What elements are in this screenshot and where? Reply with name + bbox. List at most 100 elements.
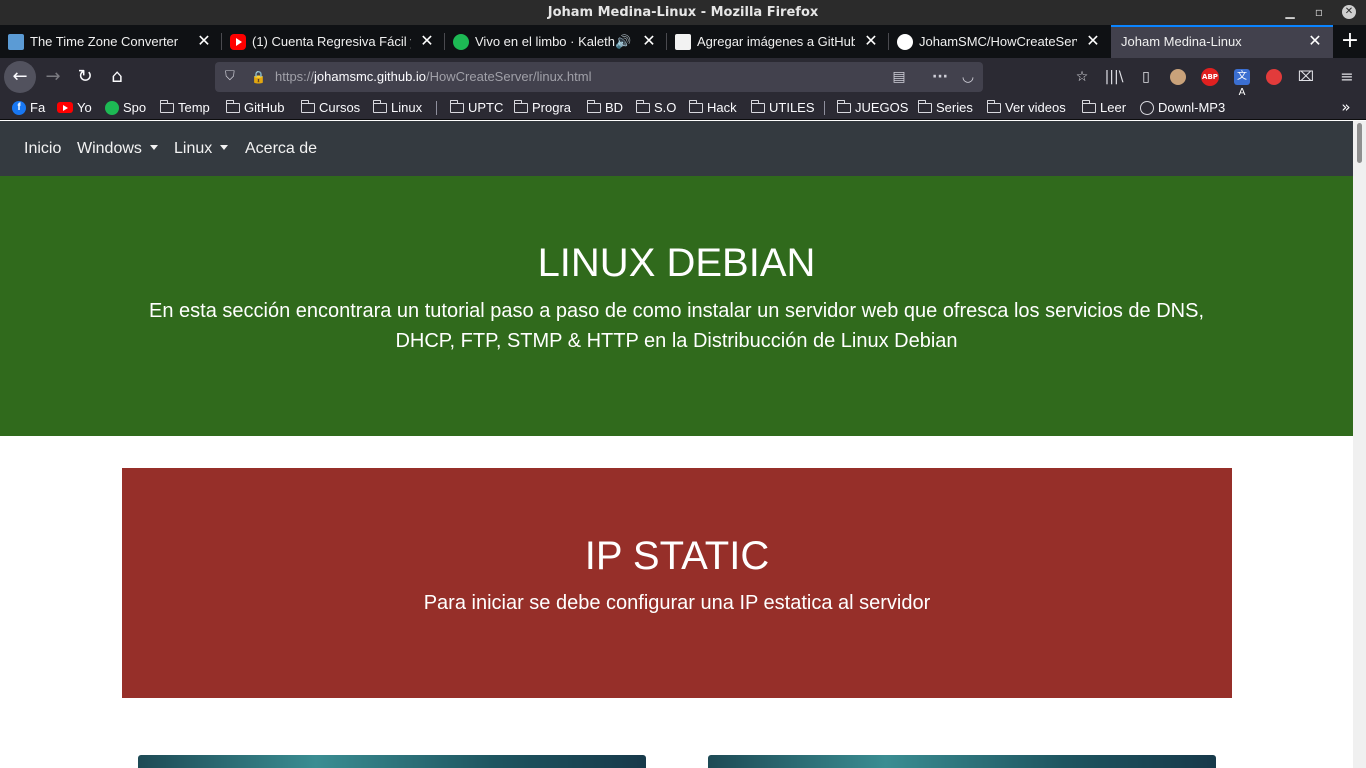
bookmark-bd[interactable]: BD (586, 96, 624, 119)
tab-youtube[interactable]: (1) Cuenta Regresiva Fácil y ✕ (222, 25, 445, 58)
bookmark-temp[interactable]: Temp (159, 96, 210, 119)
clock-icon (8, 34, 24, 50)
bookmark-label: Fa (30, 100, 46, 115)
globe-icon (1140, 100, 1154, 115)
bookmark-label: S.O (654, 100, 677, 115)
url-bar[interactable]: ⛉ 🔒 https://johamsmc.github.io/HowCreate… (215, 62, 983, 92)
folder-icon (300, 99, 315, 113)
adblock-plus-icon[interactable]: ABP (1201, 68, 1219, 86)
tab-time-zone-converter[interactable]: The Time Zone Converter ✕ (0, 25, 222, 58)
image-icon (675, 34, 691, 50)
tab-github-repo[interactable]: JohamSMC/HowCreateServ ✕ (889, 25, 1111, 58)
tab-title: Vivo en el limbo · Kaleth (475, 34, 615, 49)
bookmark-downl-mp3[interactable]: Downl-MP3 (1140, 96, 1225, 119)
speaker-icon[interactable]: 🔊 (615, 34, 631, 50)
nav-link-inicio[interactable]: Inicio (24, 121, 61, 176)
bookmark-juegos[interactable]: JUEGOS (836, 96, 908, 119)
tab-close-icon[interactable]: ✕ (1307, 34, 1323, 50)
page-scrollbar[interactable] (1353, 121, 1366, 768)
spotify-icon (453, 34, 469, 50)
bookmark-label: Spo (123, 100, 147, 115)
bookmark-linux[interactable]: Linux (372, 96, 423, 119)
nav-dropdown-windows[interactable]: Windows (77, 121, 158, 176)
nav-dropdown-label: Windows (77, 140, 142, 157)
minimize-icon[interactable]: ▁ (1282, 0, 1298, 25)
page-actions-icon[interactable]: ··· (930, 67, 950, 87)
lock-icon[interactable]: 🔒 (251, 69, 266, 85)
bookmark-label: Temp (178, 100, 210, 115)
tab-title: Joham Medina-Linux (1121, 34, 1242, 49)
folder-icon (586, 99, 601, 113)
tab-github-images[interactable]: Agregar imágenes a GitHub ✕ (667, 25, 889, 58)
bookmark-label: BD (605, 100, 624, 115)
account-avatar-icon[interactable] (1170, 69, 1186, 85)
reader-view-icon[interactable]: ▤ (889, 67, 909, 87)
tab-joham-medina-linux[interactable]: Joham Medina-Linux ✕ (1111, 25, 1333, 58)
tab-close-icon[interactable]: ✕ (196, 34, 212, 50)
home-icon[interactable]: ⌂ (101, 61, 133, 93)
reload-icon[interactable]: ↻ (69, 61, 101, 93)
bookmark-yo[interactable]: Yo (57, 96, 92, 119)
bookmark-label: Series (936, 100, 973, 115)
bookmark-series[interactable]: Series (917, 96, 973, 119)
ip-static-title: IP STATIC (584, 534, 770, 578)
url-host: johamsmc.github.io (314, 69, 427, 84)
bookmark-label: UPTC (468, 100, 504, 115)
hero-title: LINUX DEBIAN (537, 241, 816, 285)
tab-title: Agregar imágenes a GitHub (697, 34, 855, 49)
caret-down-icon (149, 144, 158, 150)
bookmark-so[interactable]: S.O (635, 96, 677, 119)
bookmark-spo[interactable]: Spo (105, 96, 146, 119)
tab-title: JohamSMC/HowCreateServ (919, 34, 1077, 49)
folder-icon (917, 99, 932, 113)
tab-title: (1) Cuenta Regresiva Fácil y (252, 34, 411, 49)
url-text[interactable]: https://johamsmc.github.io/HowCreateServ… (275, 62, 591, 92)
bookmark-label: Linux (391, 100, 423, 115)
nav-link-acerca-de[interactable]: Acerca de (245, 121, 317, 176)
text-extension-icon[interactable]: ⌧ (1295, 66, 1317, 88)
window-close-icon[interactable]: ✕ (1342, 5, 1356, 19)
bookmark-label: Leer (1100, 100, 1127, 115)
ip-static-subtitle: Para iniciar se debe configurar una IP e… (423, 592, 931, 614)
tab-close-icon[interactable]: ✕ (419, 34, 435, 50)
scrollbar-thumb[interactable] (1357, 123, 1362, 163)
folder-icon (372, 99, 387, 113)
bookmark-utiles[interactable]: UTILES (750, 96, 815, 119)
new-tab-icon[interactable]: + (1338, 25, 1362, 58)
bookmark-hack[interactable]: Hack (688, 96, 737, 119)
tab-spotify[interactable]: Vivo en el limbo · Kaleth 🔊 ✕ (445, 25, 667, 58)
site-navbar: Inicio Windows Linux Acerca de (0, 121, 1353, 176)
bookmark-ver-videos[interactable]: Ver videos (986, 96, 1066, 119)
library-icon[interactable]: |||\ (1103, 66, 1125, 88)
bookmark-uptc[interactable]: UPTC (449, 96, 504, 119)
forward-arrow-icon[interactable]: → (37, 61, 69, 93)
tab-close-icon[interactable]: ✕ (1085, 34, 1101, 50)
folder-icon (750, 99, 765, 113)
url-path: /HowCreateServer/linux.html (426, 69, 592, 84)
bookmark-label: GitHub (244, 100, 285, 115)
nav-dropdown-linux[interactable]: Linux (174, 121, 229, 176)
sidebar-icon[interactable]: ▯ (1135, 66, 1157, 88)
folder-icon (836, 99, 851, 113)
bookmark-cursos[interactable]: Cursos (300, 96, 360, 119)
shield-icon[interactable]: ⛉ (225, 69, 239, 85)
bookmark-github[interactable]: GitHub (225, 96, 285, 119)
tab-title: The Time Zone Converter (30, 34, 179, 49)
restore-icon[interactable]: ▫ (1311, 0, 1327, 25)
tab-close-icon[interactable]: ✕ (863, 34, 879, 50)
bookmarks-overflow-icon[interactable]: » (1336, 96, 1356, 119)
bookmark-leer[interactable]: Leer (1081, 96, 1127, 119)
url-prefix: https:// (275, 69, 315, 84)
tomato-extension-icon[interactable] (1266, 69, 1282, 85)
hero-banner: LINUX DEBIAN En esta sección encontrara … (0, 176, 1353, 436)
back-arrow-icon[interactable]: ← (4, 61, 36, 93)
translate-icon[interactable]: 文A (1234, 69, 1250, 98)
tab-close-icon[interactable]: ✕ (641, 34, 657, 50)
pocket-icon[interactable]: ◡ (958, 67, 978, 87)
bookmark-label: Hack (707, 100, 737, 115)
bookmark-progra[interactable]: Progra (513, 96, 572, 119)
bookmark-label: Progra (532, 100, 572, 115)
hamburger-menu-icon[interactable]: ≡ (1336, 66, 1358, 88)
bookmark-fa[interactable]: f Fa (12, 96, 45, 119)
bookmark-star-icon[interactable]: ☆ (1071, 66, 1093, 88)
